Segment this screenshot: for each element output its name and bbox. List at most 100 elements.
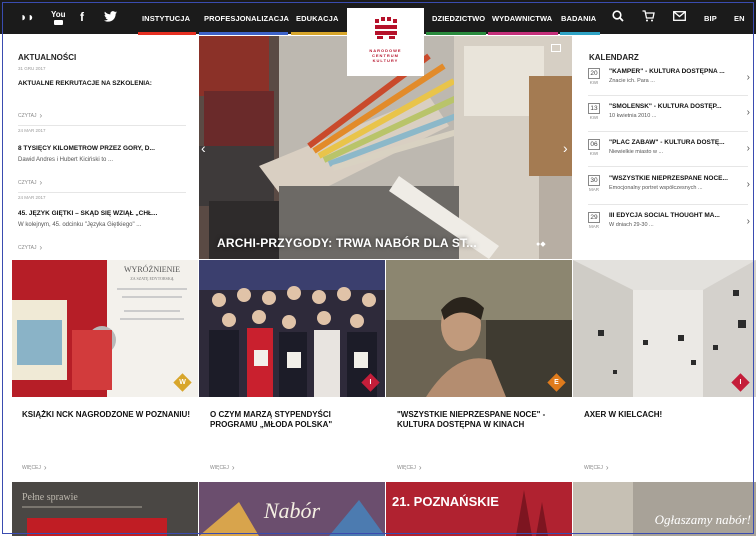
bottom-tile[interactable]: 21. POZNAŃSKIE bbox=[386, 482, 572, 536]
mail-icon[interactable] bbox=[673, 11, 686, 23]
news-title: AKTUALNOŚCI bbox=[18, 53, 77, 62]
calendar-item-title: "WSZYSTKIE NIEPRZESPANE NOCE... bbox=[609, 175, 728, 182]
calendar-item[interactable]: 13 KWI "SMOLEŃSK" - KULTURA DOSTĘP... 10… bbox=[588, 103, 754, 133]
calendar-day: 29 bbox=[588, 212, 600, 223]
film-still bbox=[386, 260, 572, 397]
news-headline[interactable]: AKTUALNE REKRUTACJE NA SZKOLENIA: bbox=[18, 80, 183, 87]
nav-profesjonalizacja[interactable]: PROFESJONALIZACJA bbox=[204, 14, 289, 23]
read-more-link[interactable]: CZYTAJ › bbox=[18, 243, 42, 252]
news-date: 31 GRU 2017 bbox=[18, 66, 46, 71]
card-image[interactable] bbox=[199, 260, 385, 397]
more-label: WIĘCEJ bbox=[397, 465, 416, 471]
chevron-right-icon: › bbox=[746, 72, 750, 83]
bottom-tile[interactable]: Pełne sprawie bbox=[12, 482, 198, 536]
youtube-icon[interactable]: You bbox=[51, 11, 66, 27]
chevron-right-icon: › bbox=[39, 111, 43, 120]
card-title[interactable]: O CZYM MARZĄ STYPENDYŚCI PROGRAMU „MŁODA… bbox=[210, 410, 380, 430]
card-title[interactable]: "WSZYSTKIE NIEPRZESPANE NOCE" - KULTURA … bbox=[397, 410, 567, 430]
more-link[interactable]: WIĘCEJ › bbox=[22, 463, 47, 472]
more-link[interactable]: WIĘCEJ › bbox=[397, 463, 422, 472]
nav-instytucja[interactable]: INSTYTUCJA bbox=[142, 14, 190, 23]
slider-next-icon[interactable]: › bbox=[563, 140, 568, 156]
gallery-photo bbox=[573, 260, 756, 397]
nav-edukacja[interactable]: EDUKACJA bbox=[296, 14, 338, 23]
chevron-right-icon: › bbox=[605, 463, 609, 472]
calendar-month: MAR bbox=[589, 224, 599, 229]
card-title[interactable]: KSIĄŻKI NCK NAGRODZONE W POZNANIU! bbox=[22, 410, 192, 420]
news-date: 24 MAR 2017 bbox=[18, 128, 46, 133]
read-more-label: CZYTAJ bbox=[18, 180, 37, 186]
hero-caption[interactable]: ARCHI-PRZYGODY: TRWA NABÓR DLA ST... bbox=[217, 236, 477, 250]
calendar-item[interactable]: 30 MAR "WSZYSTKIE NIEPRZESPANE NOCE... E… bbox=[588, 175, 754, 205]
cart-icon[interactable] bbox=[642, 10, 655, 24]
calendar-month: MAR bbox=[589, 187, 599, 192]
nav-dziedzictwo[interactable]: DZIEDZICTWO bbox=[432, 14, 485, 23]
calendar-title: KALENDARZ bbox=[589, 53, 639, 62]
wydawnictwa-underline bbox=[488, 32, 558, 35]
chevron-right-icon: › bbox=[746, 143, 750, 154]
card-image[interactable] bbox=[573, 260, 756, 397]
award-subheading: ZA SZATĘ EDYTORSKĄ bbox=[130, 276, 173, 281]
group-photo bbox=[199, 260, 385, 397]
nav-lang-en[interactable]: EN bbox=[734, 14, 745, 23]
twitter-icon[interactable] bbox=[104, 11, 117, 24]
read-more-link[interactable]: CZYTAJ › bbox=[18, 111, 42, 120]
edukacja-underline bbox=[291, 32, 347, 35]
accessibility-icon[interactable]: ◗◗ bbox=[20, 11, 35, 23]
news-excerpt: W kolejnym, 45. odcinku "Języka Giętkieg… bbox=[18, 222, 142, 228]
card-image[interactable] bbox=[386, 260, 572, 397]
calendar-day: 13 bbox=[588, 103, 600, 114]
books-image: Nabór bbox=[199, 482, 385, 536]
news-headline[interactable]: 45. JĘZYK GIĘTKI – SKĄD SIĘ WZIĄŁ „CHŁ..… bbox=[18, 210, 183, 217]
more-link[interactable]: WIĘCEJ › bbox=[584, 463, 609, 472]
calendar-item[interactable]: 20 KWI "KAMPER" - KULTURA DOSTĘPNA ... Z… bbox=[588, 68, 754, 98]
chevron-right-icon: › bbox=[43, 463, 47, 472]
calendar-month: KWI bbox=[589, 151, 599, 156]
read-more-label: CZYTAJ bbox=[18, 245, 37, 251]
profesjonalizacja-underline bbox=[199, 32, 288, 35]
youtube-label: You bbox=[51, 10, 66, 19]
badge-letter: W bbox=[179, 379, 186, 386]
calendar-item-text: 10 kwietnia 2010 ... bbox=[609, 113, 657, 119]
nav-bip[interactable]: BIP bbox=[704, 14, 717, 23]
calendar-month: KWI bbox=[589, 115, 599, 120]
chevron-right-icon: › bbox=[746, 107, 750, 118]
crown-icon bbox=[374, 17, 397, 39]
calendar-item-title: III EDYCJA SOCIAL THOUGHT MA... bbox=[609, 212, 720, 219]
calendar-month: KWI bbox=[589, 80, 599, 85]
announcement-image: Ogłaszamy nabór! bbox=[573, 482, 756, 536]
nck-logo[interactable]: NARODOWE CENTRUM KULTURY bbox=[347, 8, 424, 76]
calendar-item[interactable]: 06 KWI "PLAC ZABAW" - KULTURA DOSTĘ... N… bbox=[588, 139, 754, 169]
more-link[interactable]: WIĘCEJ › bbox=[210, 463, 235, 472]
divider bbox=[18, 125, 186, 126]
more-label: WIĘCEJ bbox=[22, 465, 41, 471]
gallery-icon[interactable] bbox=[551, 44, 561, 52]
slider-prev-icon[interactable]: ‹ bbox=[201, 140, 206, 156]
slider-dots[interactable]: ●◆ bbox=[536, 240, 546, 248]
search-icon[interactable] bbox=[612, 10, 624, 24]
read-more-link[interactable]: CZYTAJ › bbox=[18, 178, 42, 187]
news-headline[interactable]: 8 TYSIĘCY KILOMETRÓW PRZEZ GÓRY, D... bbox=[18, 145, 183, 152]
bottom-tile[interactable]: Nabór bbox=[199, 482, 385, 536]
calendar-item-title: "KAMPER" - KULTURA DOSTĘPNA ... bbox=[609, 68, 725, 75]
bottom-tile[interactable]: Ogłaszamy nabór! bbox=[573, 482, 756, 536]
read-more-label: CZYTAJ bbox=[18, 113, 37, 119]
bottom-tile-text: 21. POZNAŃSKIE bbox=[392, 494, 499, 509]
divider bbox=[588, 166, 748, 167]
calendar-item-text: Niewielkie miasto w ... bbox=[609, 149, 664, 155]
card-title[interactable]: AXER W KIELCACH! bbox=[584, 410, 754, 420]
calendar-item[interactable]: 29 MAR III EDYCJA SOCIAL THOUGHT MA... W… bbox=[588, 212, 754, 242]
badge-letter: E bbox=[554, 379, 559, 386]
facebook-icon[interactable]: f bbox=[80, 11, 84, 23]
calendar-item-text: W dniach 29-30 ... bbox=[609, 222, 654, 228]
chevron-right-icon: › bbox=[418, 463, 422, 472]
category-badge: W bbox=[173, 373, 192, 392]
nav-wydawnictwa[interactable]: WYDAWNICTWA bbox=[492, 14, 552, 23]
divider bbox=[18, 192, 186, 193]
more-label: WIĘCEJ bbox=[584, 465, 603, 471]
chevron-right-icon: › bbox=[746, 216, 750, 227]
card-image[interactable]: WYRÓŻNIENIE ZA SZATĘ EDYTORSKĄ bbox=[12, 260, 198, 397]
calendar-item-text: Znacie ich. Para ... bbox=[609, 78, 655, 84]
calendar-item-title: "PLAC ZABAW" - KULTURA DOSTĘ... bbox=[609, 139, 725, 146]
nav-badania[interactable]: BADANIA bbox=[561, 14, 596, 23]
